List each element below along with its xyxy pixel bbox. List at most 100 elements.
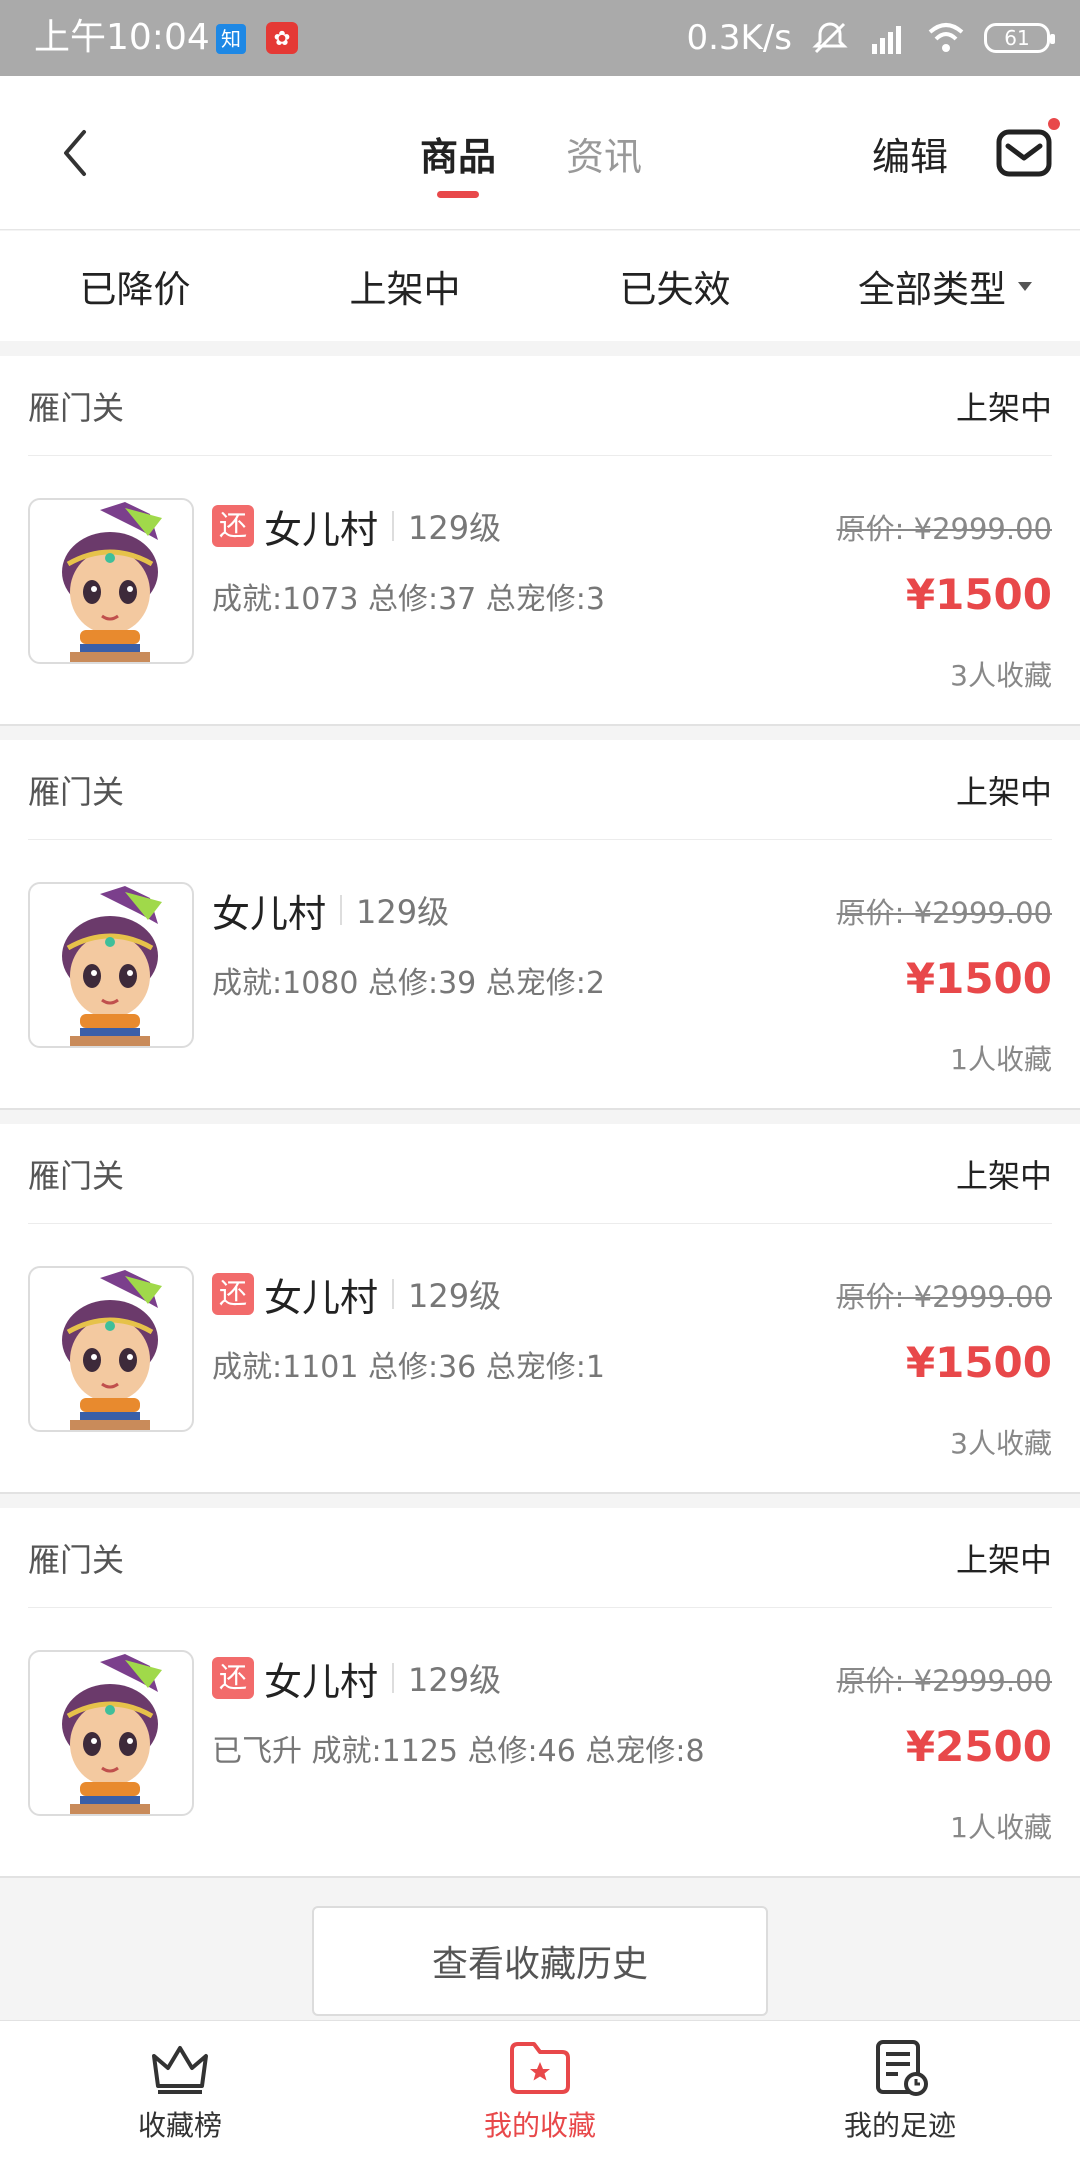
active-tab-indicator bbox=[437, 191, 479, 198]
filter-label: 已降价 bbox=[79, 268, 191, 311]
character-school: 女儿村 bbox=[264, 1275, 379, 1320]
item-title-row: 还 女儿村 129级 bbox=[212, 1264, 501, 1324]
nav-favorites-ranking[interactable]: 收藏榜 bbox=[0, 2021, 360, 2160]
back-button[interactable] bbox=[40, 108, 110, 198]
character-level: 129级 bbox=[356, 893, 450, 931]
character-avatar bbox=[28, 1650, 194, 1816]
filter-label: 全部类型 bbox=[858, 268, 1006, 311]
network-speed: 0.3K/s bbox=[686, 18, 792, 58]
bottom-nav: 收藏榜 我的收藏 我的足迹 bbox=[0, 2020, 1080, 2160]
character-avatar bbox=[28, 1266, 194, 1432]
tab-products[interactable]: 商品 bbox=[420, 76, 496, 230]
card-header: 雁门关 上架中 bbox=[28, 740, 1052, 840]
filter-expired[interactable]: 已失效 bbox=[540, 231, 810, 341]
status-bar: 上午10:04 知 ✿ 0.3K/s 61 bbox=[0, 0, 1080, 76]
character-level: 129级 bbox=[408, 1277, 502, 1315]
tab-news[interactable]: 资讯 bbox=[566, 76, 642, 230]
title-divider bbox=[392, 1663, 395, 1693]
favorite-count: 1人收藏 bbox=[950, 1811, 1052, 1844]
current-price: ¥1500 bbox=[905, 1338, 1052, 1387]
header-tabs: 商品 资讯 bbox=[420, 76, 642, 230]
character-portrait-icon bbox=[62, 502, 162, 662]
character-avatar bbox=[28, 498, 194, 664]
title-divider bbox=[340, 895, 343, 925]
favorite-count: 3人收藏 bbox=[950, 1427, 1052, 1460]
filter-on-sale[interactable]: 上架中 bbox=[270, 231, 540, 341]
filter-bar: 已降价 上架中 已失效 全部类型 bbox=[0, 231, 1080, 341]
card-header: 雁门关 上架中 bbox=[28, 356, 1052, 456]
character-school: 女儿村 bbox=[212, 891, 327, 936]
filter-label: 已失效 bbox=[619, 268, 731, 311]
dropdown-arrow-icon bbox=[1018, 281, 1032, 291]
server-name: 雁门关 bbox=[28, 1540, 125, 1579]
item-title-row: 女儿村 129级 bbox=[212, 880, 449, 940]
card-header: 雁门关 上架中 bbox=[28, 1508, 1052, 1608]
edit-button[interactable]: 编辑 bbox=[872, 76, 948, 230]
original-price: 原价: ¥2999.00 bbox=[836, 896, 1052, 930]
zhihu-app-icon: 知 bbox=[216, 24, 246, 54]
current-price: ¥1500 bbox=[905, 570, 1052, 619]
listing-status: 上架中 bbox=[955, 388, 1052, 427]
current-price: ¥1500 bbox=[905, 954, 1052, 1003]
favorites-list: 雁门关 上架中 还 女儿村 129级 成就:1073 总修:37 总宠修:3 原… bbox=[0, 356, 1080, 1892]
filter-price-dropped[interactable]: 已降价 bbox=[0, 231, 270, 341]
signal-icon bbox=[872, 26, 901, 54]
battery-indicator: 61 bbox=[984, 23, 1055, 53]
listing-status: 上架中 bbox=[955, 1540, 1052, 1579]
tab-news-label: 资讯 bbox=[566, 134, 643, 179]
listing-status: 上架中 bbox=[955, 1156, 1052, 1195]
character-level: 129级 bbox=[408, 1661, 502, 1699]
status-right: 0.3K/s 61 bbox=[686, 14, 1055, 62]
favorite-item-card[interactable]: 雁门关 上架中 还 女儿村 bbox=[0, 1124, 1080, 1494]
character-avatar bbox=[28, 882, 194, 1048]
return-badge: 还 bbox=[212, 1273, 254, 1315]
return-badge: 还 bbox=[212, 505, 254, 547]
mute-alarm-icon bbox=[812, 22, 848, 54]
nav-my-history[interactable]: 我的足迹 bbox=[720, 2021, 1080, 2160]
filter-label: 上架中 bbox=[349, 268, 461, 311]
character-portrait-icon bbox=[62, 1654, 162, 1814]
chevron-left-icon bbox=[64, 130, 86, 176]
crown-icon bbox=[152, 2045, 208, 2094]
favorite-item-card[interactable]: 雁门关 上架中 还 女儿村 bbox=[0, 356, 1080, 726]
message-icon[interactable] bbox=[996, 128, 1052, 178]
favorite-count: 3人收藏 bbox=[950, 659, 1052, 692]
character-stats: 成就:1080 总修:39 总宠修:2 bbox=[212, 966, 606, 1001]
item-title-row: 还 女儿村 129级 bbox=[212, 496, 501, 556]
folder-star-icon bbox=[510, 2041, 570, 2094]
character-stats: 成就:1101 总修:36 总宠修:1 bbox=[212, 1350, 606, 1385]
nav-label: 我的收藏 bbox=[483, 2108, 596, 2142]
view-history-button[interactable]: 查看收藏历史 bbox=[312, 1906, 768, 2016]
nav-label: 收藏榜 bbox=[137, 2108, 222, 2142]
server-name: 雁门关 bbox=[28, 1156, 125, 1195]
server-name: 雁门关 bbox=[28, 772, 125, 811]
character-portrait-icon bbox=[62, 1270, 162, 1430]
original-price: 原价: ¥2999.00 bbox=[836, 512, 1052, 546]
tab-products-label: 商品 bbox=[420, 134, 497, 179]
top-header: 商品 资讯 编辑 bbox=[0, 76, 1080, 230]
app-notification-icon: ✿ bbox=[266, 22, 298, 54]
wifi-icon bbox=[928, 23, 964, 52]
character-portrait-icon bbox=[62, 886, 162, 1046]
character-stats: 已飞升 成就:1125 总修:46 总宠修:8 bbox=[212, 1734, 705, 1769]
character-stats: 成就:1073 总修:37 总宠修:3 bbox=[212, 582, 606, 617]
title-divider bbox=[392, 1279, 395, 1309]
favorite-item-card[interactable]: 雁门关 上架中 女儿村 129级 成就:1080 总修:39 总宠修:2 原价:… bbox=[0, 740, 1080, 1110]
current-price: ¥2500 bbox=[905, 1722, 1052, 1771]
filter-all-types-dropdown[interactable]: 全部类型 bbox=[810, 231, 1080, 341]
return-badge: 还 bbox=[212, 1657, 254, 1699]
item-title-row: 还 女儿村 129级 bbox=[212, 1648, 501, 1708]
status-time: 上午10:04 bbox=[34, 17, 210, 58]
unread-dot bbox=[1048, 118, 1060, 130]
favorite-item-card[interactable]: 雁门关 上架中 还 女儿村 bbox=[0, 1508, 1080, 1878]
character-school: 女儿村 bbox=[264, 507, 379, 552]
server-name: 雁门关 bbox=[28, 388, 125, 427]
history-doc-icon bbox=[876, 2039, 928, 2096]
nav-label: 我的足迹 bbox=[843, 2108, 956, 2142]
character-school: 女儿村 bbox=[264, 1659, 379, 1704]
nav-my-favorites[interactable]: 我的收藏 bbox=[360, 2021, 720, 2160]
favorite-count: 1人收藏 bbox=[950, 1043, 1052, 1076]
card-header: 雁门关 上架中 bbox=[28, 1124, 1052, 1224]
character-level: 129级 bbox=[408, 509, 502, 547]
listing-status: 上架中 bbox=[955, 772, 1052, 811]
